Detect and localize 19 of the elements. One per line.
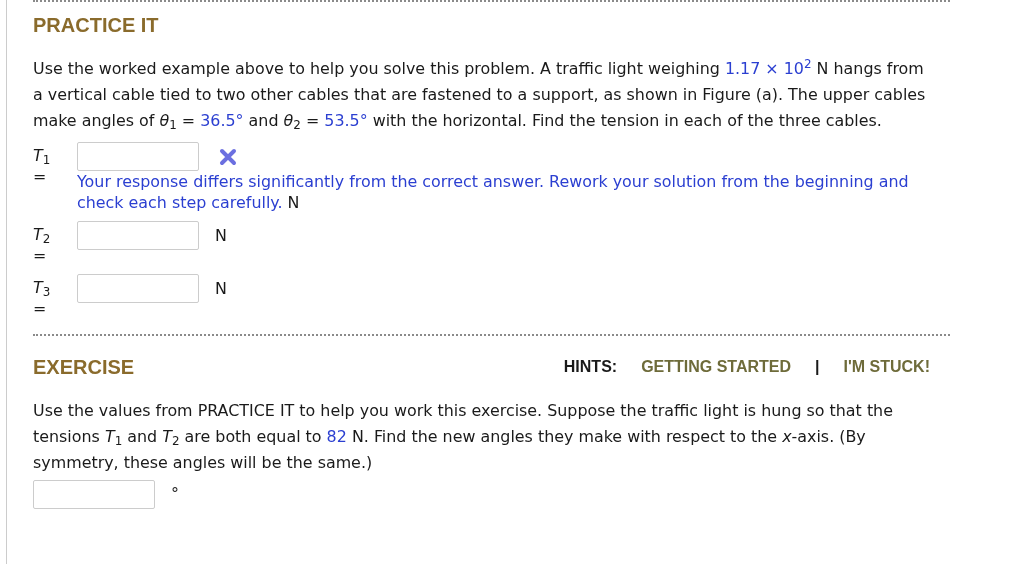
answer-field[interactable]: [77, 142, 199, 171]
section-title: EXERCISE: [33, 354, 135, 380]
section-title: PRACTICE IT: [33, 13, 160, 38]
feedback-message: Your response differs significantly from the correct answer. Rework your solution from the beginning and check each step carefully. N: [77, 171, 910, 213]
problem-text: Use the worked example above to help you solve this problem. A traffic light weighing 1.17 × 10$^{2}$ N hangs from a vertical cable tied to two other cables that are fastened to a support, as shown in Figure (a). The upper cables make angles of θ$_{1}$ = 36.5° and θ$_{2}$ = 53.5° with the horizontal. Find the tension in each of the three cables.: [33, 56, 927, 134]
hint-separator: |: [815, 356, 820, 377]
answer-field[interactable]: [33, 479, 155, 509]
unit-label: °: [171, 483, 179, 506]
hint-link[interactable]: I'M STUCK!: [843, 354, 930, 379]
answer-field[interactable]: [77, 221, 199, 250]
answer-label: T$_{3}$ =: [33, 277, 52, 320]
hint-link[interactable]: GETTING STARTED: [641, 354, 792, 379]
unit-label: N: [215, 224, 227, 247]
answer-label: T$_{2}$ =: [33, 224, 52, 267]
answer-field[interactable]: [77, 274, 199, 304]
hints-label: HINTS:: [563, 356, 618, 377]
answer-label: T$_{1}$ =: [33, 145, 52, 188]
problem-text: Use the values from PRACTICE IT to help you work this exercise. Suppose the traffic light is hung so that the tensions T$_{1}$ and T$_{2}$ are both equal to 82 N. Find the new angles they make with respect to the x-axis. (By symmetry, these angles will be the same.): [33, 399, 894, 474]
unit-label: N: [215, 277, 227, 300]
